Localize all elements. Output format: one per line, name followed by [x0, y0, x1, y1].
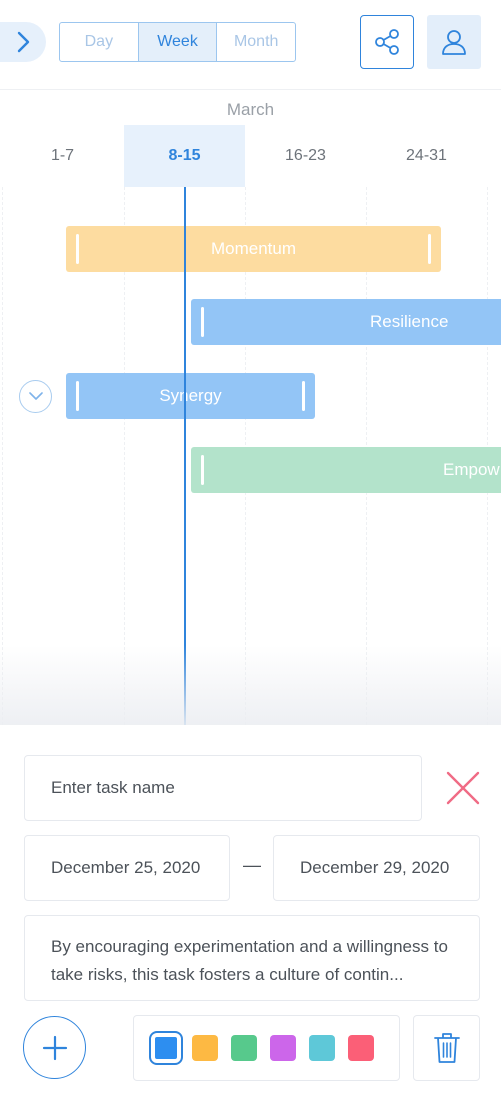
add-task-button[interactable]: [23, 1016, 86, 1079]
date-range-separator: —: [243, 855, 261, 875]
share-icon: [375, 29, 399, 55]
view-mode-day[interactable]: Day: [60, 23, 139, 61]
user-profile-button[interactable]: [427, 15, 481, 69]
timeline-fade: [0, 645, 501, 725]
week-column-8-15[interactable]: 8-15: [124, 125, 245, 187]
resize-handle-left[interactable]: [201, 455, 204, 485]
task-name-placeholder: Enter task name: [51, 778, 175, 797]
chevron-down-icon: [28, 392, 43, 400]
close-icon: [446, 771, 480, 805]
expand-sidebar-button[interactable]: [0, 22, 46, 62]
chevron-right-icon: [17, 31, 30, 53]
task-bar-empow[interactable]: Empow: [191, 447, 501, 493]
color-picker: [133, 1015, 400, 1081]
color-swatch-green[interactable]: [231, 1035, 257, 1061]
view-mode-month[interactable]: Month: [217, 23, 295, 61]
color-swatch-purple[interactable]: [270, 1035, 296, 1061]
collapse-group-button[interactable]: [19, 380, 52, 413]
close-editor-button[interactable]: [440, 768, 486, 808]
week-column-24-31[interactable]: 24-31: [366, 125, 487, 187]
resize-handle-right[interactable]: [428, 234, 431, 264]
plus-icon: [42, 1035, 67, 1060]
task-name-input[interactable]: Enter task name: [24, 755, 422, 821]
resize-handle-right[interactable]: [302, 381, 305, 411]
grid-line: [2, 187, 3, 725]
task-editor-panel: Enter task name December 25, 2020 — Dece…: [0, 725, 501, 1100]
task-bar-label: Momentum: [210, 239, 297, 258]
resize-handle-left[interactable]: [76, 234, 79, 264]
task-bar-synergy[interactable]: Synergy: [66, 373, 315, 419]
task-bar-momentum[interactable]: Momentum: [66, 226, 441, 272]
view-mode-week[interactable]: Week: [138, 23, 218, 61]
task-description-field[interactable]: By encouraging experimentation and a wil…: [24, 915, 480, 1001]
color-swatch-orange[interactable]: [192, 1035, 218, 1061]
color-swatch-blue[interactable]: [149, 1031, 183, 1065]
task-bar-resilience[interactable]: Resilience: [191, 299, 501, 345]
toolbar: Day Week Month: [0, 0, 501, 90]
task-bar-label: Resilience: [370, 312, 449, 331]
end-date-value: December 29, 2020: [300, 858, 450, 877]
month-label: March: [226, 100, 275, 119]
current-date-line: [184, 187, 186, 725]
end-date-field[interactable]: December 29, 2020: [273, 835, 480, 901]
gantt-timeline: March 1-7 8-15 16-23 24-31 Momentum Resi…: [0, 90, 501, 725]
week-column-1-7[interactable]: 1-7: [2, 125, 123, 187]
share-button[interactable]: [360, 15, 414, 69]
delete-task-button[interactable]: [413, 1015, 480, 1081]
week-column-16-23[interactable]: 16-23: [245, 125, 366, 187]
view-mode-switch: Day Week Month: [59, 22, 296, 62]
color-swatch-red[interactable]: [348, 1035, 374, 1061]
task-description-text: By encouraging experimentation and a wil…: [51, 937, 448, 984]
color-swatch-cyan[interactable]: [309, 1035, 335, 1061]
task-bar-label: Empow: [443, 460, 500, 479]
start-date-value: December 25, 2020: [51, 858, 201, 877]
user-icon: [442, 30, 466, 55]
task-bar-label: Synergy: [159, 386, 222, 405]
resize-handle-left[interactable]: [201, 307, 204, 337]
start-date-field[interactable]: December 25, 2020: [24, 835, 230, 901]
resize-handle-left[interactable]: [76, 381, 79, 411]
trash-icon: [433, 1033, 460, 1063]
